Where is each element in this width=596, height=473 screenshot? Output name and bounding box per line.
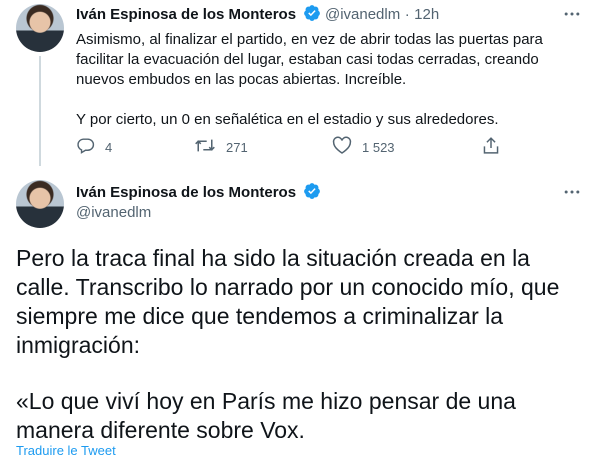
tweet-text-line: nuevos embudos en las pocas abiertas. In… bbox=[76, 71, 407, 88]
author-name[interactable]: Iván Espinosa de los Monteros bbox=[76, 184, 296, 201]
verified-badge-icon bbox=[303, 182, 321, 205]
like-count: 1 523 bbox=[362, 139, 395, 155]
share-button[interactable] bbox=[482, 136, 510, 158]
tweet-text-line: inmigración: bbox=[16, 332, 140, 358]
tweet-text-line: calle. Transcribo lo narrado por un cono… bbox=[16, 274, 560, 300]
retweet-button[interactable]: 271 bbox=[194, 136, 248, 158]
more-icon[interactable] bbox=[562, 4, 582, 29]
tweet-text-line: «Lo que viví hoy en París me hizo pensar… bbox=[16, 388, 516, 414]
retweet-count: 271 bbox=[226, 139, 248, 155]
separator-dot: · bbox=[404, 6, 410, 23]
timestamp[interactable]: 12h bbox=[414, 6, 439, 23]
retweet-icon bbox=[194, 136, 226, 158]
share-icon bbox=[482, 136, 510, 158]
thread-line bbox=[39, 56, 41, 166]
more-icon[interactable] bbox=[562, 182, 582, 207]
like-button[interactable]: 1 523 bbox=[332, 136, 395, 158]
avatar[interactable] bbox=[16, 4, 64, 52]
avatar[interactable] bbox=[16, 180, 64, 228]
tweet-1-header: Iván Espinosa de los Monteros @ivanedlm … bbox=[76, 4, 439, 27]
author-handle[interactable]: @ivanedlm bbox=[325, 6, 400, 23]
tweet-1-text: Asimismo, al finalizar el partido, en ve… bbox=[76, 30, 576, 130]
author-name[interactable]: Iván Espinosa de los Monteros bbox=[76, 6, 296, 23]
tweet-text-line: Pero la traca final ha sido la situación… bbox=[16, 245, 530, 271]
verified-badge-icon bbox=[303, 4, 321, 27]
tweet-text-line: manera diferente sobre Vox. bbox=[16, 417, 305, 443]
tweet-2-header: Iván Espinosa de los Monteros bbox=[76, 182, 321, 205]
tweet-text-line: facilitar la evacuación del lugar, estab… bbox=[76, 51, 539, 68]
author-handle[interactable]: @ivanedlm bbox=[76, 204, 151, 221]
tweet-actions: 4 271 1 523 bbox=[76, 136, 499, 158]
like-icon bbox=[332, 136, 362, 158]
reply-count: 4 bbox=[105, 139, 113, 155]
tweet-text-line: siempre me dice que tendemos a criminali… bbox=[16, 303, 504, 329]
translate-tweet-link[interactable]: Traduire le Tweet bbox=[16, 443, 116, 458]
reply-icon bbox=[76, 136, 105, 158]
tweet-2-text: Pero la traca final ha sido la situación… bbox=[16, 244, 576, 445]
tweet-text-line: Asimismo, al finalizar el partido, en ve… bbox=[76, 31, 543, 48]
tweet-2-handle-row: @ivanedlm bbox=[76, 204, 151, 222]
tweet-text-line: Y por cierto, un 0 en señalética en el e… bbox=[76, 111, 499, 128]
reply-button[interactable]: 4 bbox=[76, 136, 112, 158]
